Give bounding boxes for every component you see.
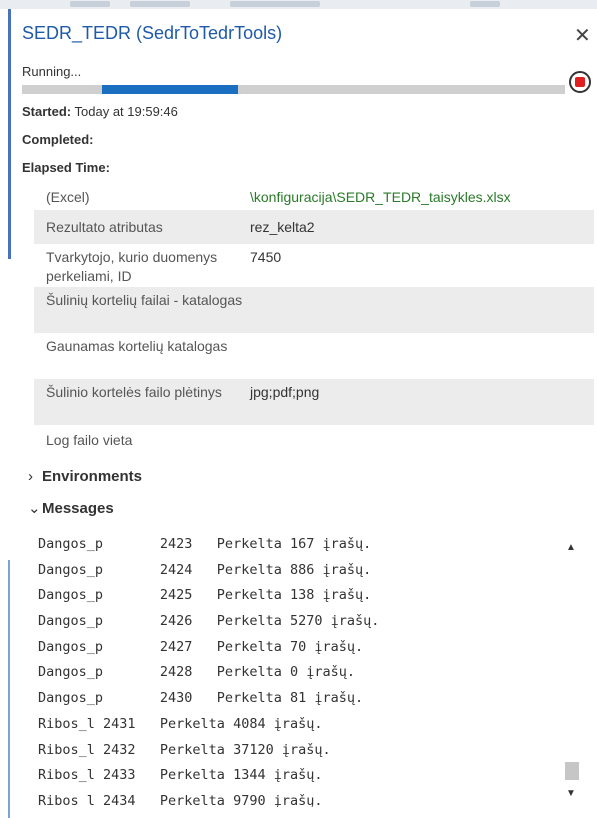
messages-label: Messages xyxy=(42,500,114,517)
param-value: 7450 xyxy=(250,249,282,265)
param-value: \konfiguracija\SEDR_TEDR_taisykles.xlsx xyxy=(250,189,511,205)
running-status: Running... xyxy=(22,64,82,79)
geoprocessing-details-panel: SEDR_TEDR (SedrToTedrTools) ✕ Running...… xyxy=(12,9,597,818)
param-value xyxy=(250,291,594,333)
param-key: Gaunamas kortelių katalogas xyxy=(46,338,228,354)
strip-element xyxy=(70,1,110,7)
message-line: Ribos_l 2432 Perkelta 37120 įrašų. xyxy=(38,741,331,758)
param-key: Šulinių kortelių failai - katalogas xyxy=(46,292,243,308)
param-row: Gaunamas kortelių katalogas xyxy=(34,333,594,379)
param-row: (Excel) \konfiguracija\SEDR_TEDR_taisykl… xyxy=(34,185,594,210)
message-line: Dangos_p 2423 Perkelta 167 įrašų. xyxy=(38,536,372,552)
close-icon[interactable]: ✕ xyxy=(574,23,591,48)
scroll-thumb[interactable] xyxy=(565,762,579,780)
message-line: Dangos_p 2427 Perkelta 70 įrašų. xyxy=(38,638,364,655)
param-key: Log failo vieta xyxy=(46,431,133,448)
message-line: Dangos_p 2425 Perkelta 138 įrašų. xyxy=(38,587,372,604)
window-left-border xyxy=(8,9,11,259)
parameters-list: (Excel) \konfiguracija\SEDR_TEDR_taisykl… xyxy=(34,185,594,455)
started-value: Today at 19:59:46 xyxy=(74,104,178,119)
param-row: Tvarkytojo, kurio duomenys perkeliami, I… xyxy=(34,244,594,287)
message-line: Dangos_p 2430 Perkelta 81 įrašų. xyxy=(38,690,364,707)
param-value xyxy=(250,337,594,379)
param-key: Tvarkytojo, kurio duomenys perkeliami, I… xyxy=(46,249,218,284)
message-line: Ribos_l 2434 Perkelta 9790 įrašų. xyxy=(38,792,323,807)
scroll-up-icon[interactable]: ▲ xyxy=(566,542,576,553)
param-key: Rezultato atributas xyxy=(46,218,163,235)
background-app-strip xyxy=(0,0,597,9)
progress-bar xyxy=(22,85,565,94)
strip-element xyxy=(130,1,190,7)
param-key: Šulinio kortelės failo plėtinys xyxy=(46,384,222,400)
messages-section[interactable]: ⌄Messages xyxy=(28,499,114,517)
param-value: rez_kelta2 xyxy=(250,218,315,235)
environments-label: Environments xyxy=(42,468,143,485)
elapsed-info: Elapsed Time: xyxy=(22,160,110,175)
elapsed-label: Elapsed Time: xyxy=(22,160,110,175)
chevron-right-icon: › xyxy=(28,468,33,485)
started-label: Started: xyxy=(22,104,72,119)
stop-icon[interactable] xyxy=(569,71,591,93)
dialog-title: SEDR_TEDR (SedrToTedrTools) xyxy=(22,23,283,43)
strip-element xyxy=(470,1,500,7)
environments-section[interactable]: › Environments xyxy=(28,468,142,485)
window-left-border xyxy=(8,560,10,818)
param-row: Šulinio kortelės failo plėtinys jpg;pdf;… xyxy=(34,379,594,425)
message-line: Dangos_p 2426 Perkelta 5270 įrašų. xyxy=(38,613,380,630)
param-value: jpg;pdf;png xyxy=(250,384,320,400)
param-row: Log failo vieta xyxy=(34,425,594,455)
messages-scrollbar[interactable]: ▲ ▼ xyxy=(563,532,579,807)
param-key: (Excel) xyxy=(46,189,90,205)
strip-element xyxy=(230,1,320,7)
messages-list: Dangos_p 2423 Perkelta 167 įrašų. Dangos… xyxy=(38,532,590,807)
param-row: Šulinių kortelių failai - katalogas xyxy=(34,287,594,333)
message-line: Ribos_l 2433 Perkelta 1344 įrašų. xyxy=(38,767,323,784)
progress-indicator xyxy=(102,85,238,94)
completed-info: Completed: xyxy=(22,132,94,147)
started-info: Started: Today at 19:59:46 xyxy=(22,104,178,119)
completed-label: Completed: xyxy=(22,132,94,147)
message-line: Ribos_l 2431 Perkelta 4084 įrašų. xyxy=(38,715,323,732)
param-row: Rezultato atributas rez_kelta2 xyxy=(34,210,594,244)
message-line: Dangos_p 2424 Perkelta 886 įrašų. xyxy=(38,561,372,578)
scroll-down-icon[interactable]: ▼ xyxy=(566,788,576,799)
message-line: Dangos_p 2428 Perkelta 0 įrašų. xyxy=(38,664,355,681)
chevron-down-icon: ⌄ xyxy=(28,500,41,517)
